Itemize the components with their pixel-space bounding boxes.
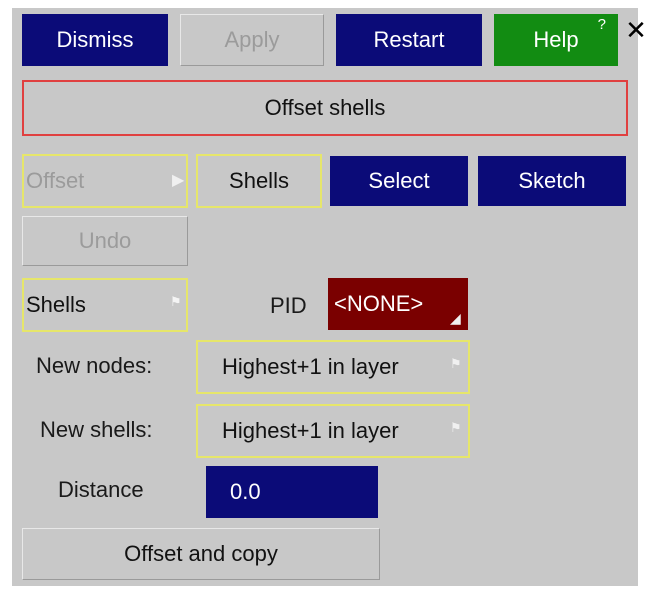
shells-type-label: Shells [26, 292, 86, 317]
new-shells-value: Highest+1 in layer [222, 418, 399, 443]
panel-title: Offset shells [22, 80, 628, 136]
help-label: Help [533, 27, 579, 52]
close-icon[interactable]: ✕ [622, 15, 650, 45]
new-shells-dropdown[interactable]: Highest+1 in layer ⚑ [196, 404, 470, 458]
sketch-button[interactable]: Sketch [478, 156, 626, 206]
pid-corner-icon: ◢ [450, 310, 461, 326]
flag-arrow-icon: ⚑ [450, 356, 462, 371]
apply-button[interactable]: Apply [180, 14, 324, 66]
select-button[interactable]: Select [330, 156, 468, 206]
dropdown-arrow-icon: ▶ [172, 172, 185, 189]
pid-value: <NONE> [334, 291, 424, 316]
help-button[interactable]: Help ? [494, 14, 618, 66]
pid-label: PID [270, 293, 307, 318]
new-nodes-label: New nodes: [36, 353, 153, 378]
flag-arrow-icon: ⚑ [450, 420, 462, 435]
undo-button[interactable]: Undo [22, 216, 188, 266]
help-question-icon: ? [597, 16, 606, 33]
new-nodes-dropdown[interactable]: Highest+1 in layer ⚑ [196, 340, 470, 394]
distance-input[interactable]: 0.0 [206, 466, 378, 518]
offset-mode-dropdown[interactable]: Offset ▶ [22, 154, 188, 208]
offset-mode-label: Offset [26, 168, 85, 193]
restart-button[interactable]: Restart [336, 14, 482, 66]
distance-label: Distance [58, 477, 144, 502]
new-nodes-value: Highest+1 in layer [222, 354, 399, 379]
shells-entity-button[interactable]: Shells [196, 154, 322, 208]
flag-arrow-icon: ⚑ [170, 294, 182, 309]
new-shells-label: New shells: [40, 417, 153, 442]
shells-type-dropdown[interactable]: Shells ⚑ [22, 278, 188, 332]
dismiss-button[interactable]: Dismiss [22, 14, 168, 66]
pid-selector[interactable]: <NONE> ◢ [328, 278, 468, 330]
offset-and-copy-button[interactable]: Offset and copy [22, 528, 380, 580]
